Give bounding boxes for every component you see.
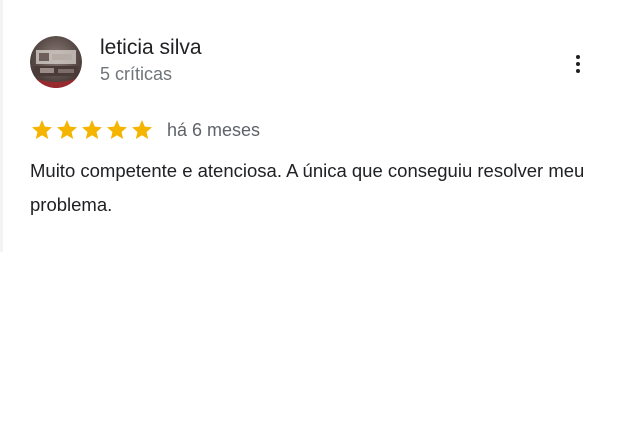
card-edge	[0, 0, 3, 252]
review-count: 5 críticas	[100, 63, 173, 84]
avatar[interactable]	[30, 36, 82, 88]
more-vert-icon	[576, 55, 580, 73]
user-name[interactable]: leticia silva	[100, 35, 202, 61]
review-time: há 6 meses	[167, 120, 261, 140]
more-options-button[interactable]	[564, 50, 592, 78]
review-text: Muito competente e atenciosa. A única qu…	[30, 160, 585, 215]
star-icon	[132, 120, 152, 139]
review-header: leticia silva 5 críticas	[30, 36, 202, 88]
star-icon	[82, 120, 102, 139]
user-info: leticia silva 5 críticas	[100, 36, 202, 86]
star-icon	[107, 120, 127, 139]
star-icon	[32, 120, 52, 139]
review-card: leticia silva 5 críticas há 6 meses Muit…	[0, 0, 625, 438]
rating-row: há 6 meses	[30, 118, 260, 142]
star-rating	[30, 118, 155, 142]
star-icon	[57, 120, 77, 139]
